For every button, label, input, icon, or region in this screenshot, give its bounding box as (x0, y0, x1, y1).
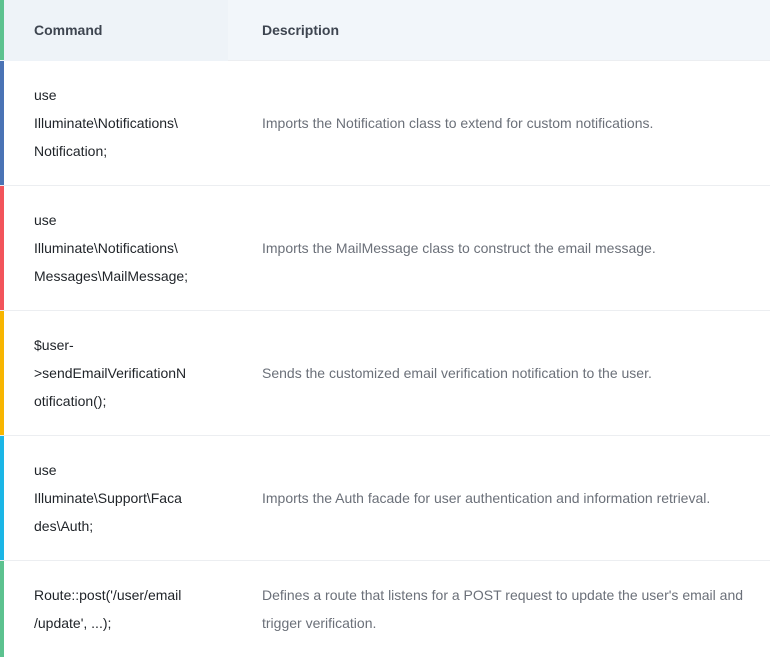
description-cell: Imports the Notification class to extend… (262, 115, 654, 131)
commands-table: Command Description use Illuminate\Notif… (0, 0, 770, 657)
command-cell: use Illuminate\Support\Faca des\Auth; (34, 462, 182, 534)
description-cell: Imports the Auth facade for user authent… (262, 490, 711, 506)
row-accent (0, 436, 4, 560)
row-accent (0, 61, 4, 185)
header-accent (0, 0, 4, 60)
row-accent (0, 311, 4, 435)
command-cell: use Illuminate\Notifications\ Messages\M… (34, 212, 189, 284)
command-cell: use Illuminate\Notifications\ Notificati… (34, 87, 178, 159)
description-cell: Sends the customized email verification … (262, 365, 652, 381)
table-row: Route::post('/user/email /update', ...);… (0, 561, 770, 657)
command-cell: $user- >sendEmailVerificationN otificati… (34, 337, 187, 409)
row-accent (0, 561, 4, 657)
header-description: Description (262, 22, 340, 38)
description-cell: Defines a route that listens for a POST … (262, 587, 744, 631)
header-command: Command (0, 0, 228, 61)
table-row: use Illuminate\Support\Faca des\Auth; Im… (0, 436, 770, 561)
table-row: use Illuminate\Notifications\ Messages\M… (0, 186, 770, 311)
row-accent (0, 186, 4, 310)
command-cell: Route::post('/user/email /update', ...); (34, 587, 182, 631)
table-row: use Illuminate\Notifications\ Notificati… (0, 61, 770, 186)
description-cell: Imports the MailMessage class to constru… (262, 240, 656, 256)
table-header: Command Description (0, 0, 770, 61)
table-row: $user- >sendEmailVerificationN otificati… (0, 311, 770, 436)
